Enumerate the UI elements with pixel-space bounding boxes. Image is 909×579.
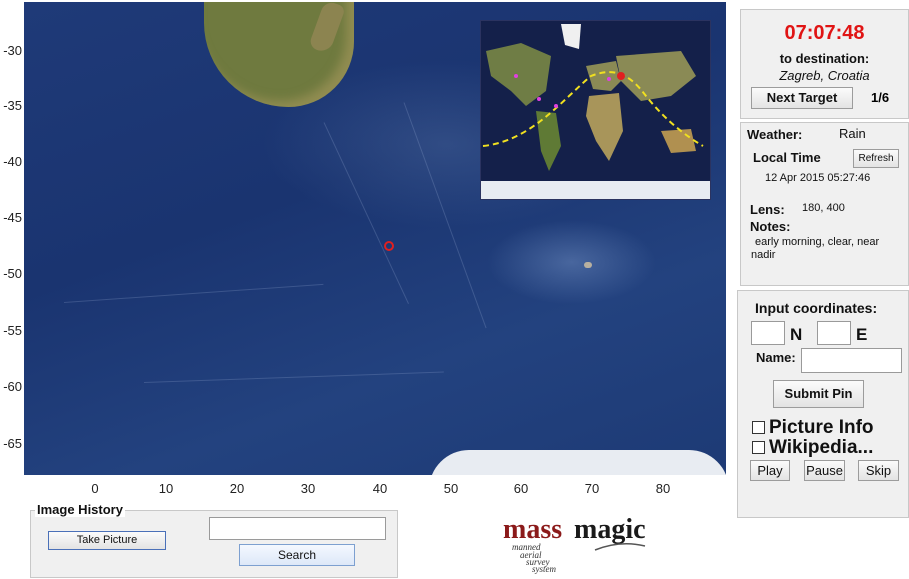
antarctica-landmass <box>429 450 726 475</box>
x-tick-label: 10 <box>158 481 174 496</box>
image-history-panel: Image History Take Picture Search <box>30 502 398 578</box>
latitude-input[interactable] <box>751 321 785 345</box>
y-tick-label: -60 <box>3 379 22 394</box>
world-map-graphic <box>481 21 710 199</box>
ocean-ridge <box>403 102 487 329</box>
submit-pin-button[interactable]: Submit Pin <box>773 380 864 408</box>
weather-label: Weather: <box>747 127 803 142</box>
latitude-unit: N <box>790 325 803 344</box>
next-target-button[interactable]: Next Target <box>751 87 853 109</box>
refresh-button[interactable]: Refresh <box>853 149 899 168</box>
x-tick-label: 50 <box>443 481 459 496</box>
target-counter: 1/6 <box>871 90 890 105</box>
wikipedia-label: Wikipedia... <box>769 437 874 458</box>
destination-panel: 07:07:48 to destination: Zagreb, Croatia… <box>740 9 909 119</box>
x-tick-label: 60 <box>513 481 529 496</box>
y-tick-label: -55 <box>3 323 22 338</box>
location-marker[interactable] <box>384 241 394 251</box>
ocean-ridge <box>63 283 324 303</box>
picture-info-label: Picture Info <box>769 417 874 438</box>
lens-value: 180, 400 <box>802 202 845 214</box>
x-tick-label: 20 <box>229 481 245 496</box>
local-time-label: Local Time <box>753 150 821 165</box>
ocean-ridge <box>143 371 444 383</box>
longitude-unit: E <box>856 325 868 344</box>
svg-text:system: system <box>532 564 556 574</box>
name-input[interactable] <box>801 348 902 373</box>
play-button[interactable]: Play <box>750 460 790 481</box>
longitude-input[interactable] <box>817 321 851 345</box>
ocean-ridge <box>323 122 409 304</box>
countdown-timer: 07:07:48 <box>784 22 865 44</box>
info-panel: Weather: Rain Local Time Refresh 12 Apr … <box>740 122 909 286</box>
satellite-map[interactable] <box>24 2 726 475</box>
name-label: Name: <box>756 350 796 365</box>
x-tick-label: 40 <box>372 481 388 496</box>
y-tick-label: -35 <box>3 98 22 113</box>
y-tick-label: -50 <box>3 266 22 281</box>
y-tick-label: -30 <box>3 43 22 58</box>
search-input[interactable] <box>209 517 386 540</box>
notes-line: early morning, clear, near <box>755 236 880 248</box>
destination-city: Zagreb, Croatia <box>779 68 870 83</box>
destination-label: to destination: <box>779 51 870 66</box>
notes-line: nadir <box>751 249 776 261</box>
y-tick-label: -65 <box>3 436 22 451</box>
pause-button[interactable]: Pause <box>804 460 845 481</box>
picture-info-checkbox[interactable] <box>752 421 765 434</box>
x-tick-label: 80 <box>655 481 671 496</box>
svg-text:mass: mass <box>503 514 562 545</box>
search-button[interactable]: Search <box>239 544 355 566</box>
take-picture-button[interactable]: Take Picture <box>48 531 166 550</box>
lens-label: Lens: <box>750 202 785 217</box>
x-tick-label: 0 <box>91 481 99 496</box>
y-tick-label: -40 <box>3 154 22 169</box>
wikipedia-checkbox[interactable] <box>752 441 765 454</box>
logo-graphic: mass magic manned aerial survey system <box>503 514 646 574</box>
input-panel: Input coordinates: N E Name: Submit Pin … <box>737 290 909 518</box>
world-minimap[interactable] <box>480 20 711 200</box>
massmagic-logo: mass magic manned aerial survey system <box>500 502 653 574</box>
image-history-title: Image History <box>35 502 125 517</box>
notes-label: Notes: <box>750 219 791 234</box>
y-tick-label: -45 <box>3 210 22 225</box>
x-tick-label: 30 <box>300 481 316 496</box>
x-tick-label: 70 <box>584 481 600 496</box>
input-title: Input coordinates: <box>755 300 878 316</box>
local-time-value: 12 Apr 2015 05:27:46 <box>765 172 871 184</box>
svg-text:magic: magic <box>574 514 646 545</box>
weather-value: Rain <box>839 126 866 141</box>
kerguelen-island <box>584 262 592 268</box>
skip-button[interactable]: Skip <box>858 460 899 481</box>
